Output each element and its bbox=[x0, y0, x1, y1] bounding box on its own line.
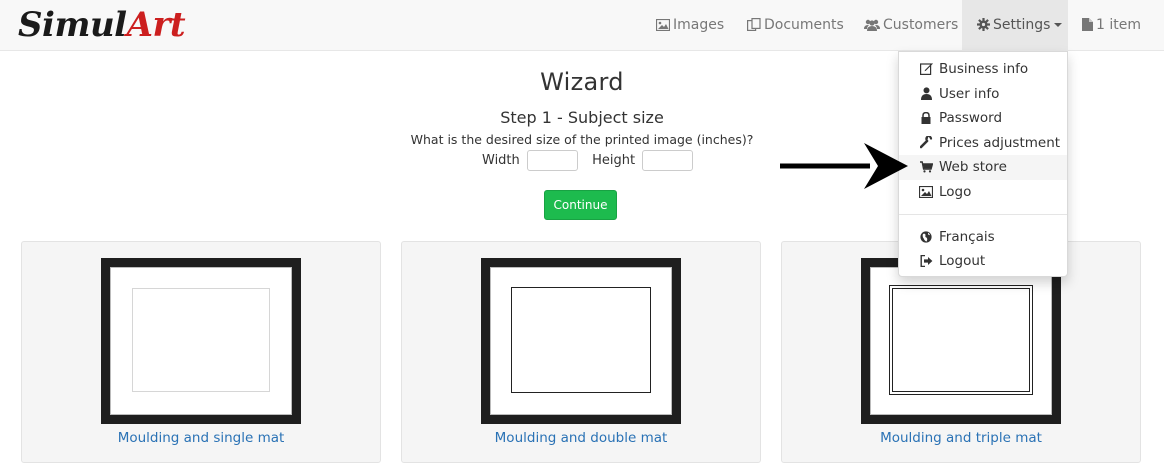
menu-item-label: Password bbox=[939, 110, 1003, 127]
menu-item-logo[interactable]: Logo bbox=[899, 180, 1067, 205]
file-icon bbox=[1082, 2, 1093, 53]
caret-down-icon bbox=[1054, 23, 1063, 27]
menu-item-password[interactable]: Password bbox=[899, 106, 1067, 131]
mat bbox=[110, 267, 292, 415]
mat-opening-inner bbox=[892, 288, 1030, 392]
top-navbar: SimulArt Images Documents Customers Sett… bbox=[0, 0, 1164, 51]
menu-item-label: Web store bbox=[939, 159, 1007, 176]
menu-divider bbox=[899, 213, 1067, 215]
menu-item-user-info[interactable]: User info bbox=[899, 82, 1067, 107]
nav-images-label: Images bbox=[673, 17, 725, 33]
menu-item-label: User info bbox=[939, 85, 1000, 102]
nav-customers-label: Customers bbox=[883, 17, 959, 33]
mat-opening bbox=[511, 287, 651, 393]
width-label: Width bbox=[482, 153, 520, 168]
lock-icon bbox=[919, 108, 933, 133]
menu-item-label: Business info bbox=[939, 61, 1029, 77]
wrench-icon bbox=[919, 133, 933, 158]
width-input[interactable] bbox=[526, 150, 578, 171]
size-form: Width Height bbox=[482, 150, 703, 172]
nav-customers[interactable]: Customers bbox=[864, 0, 958, 51]
nav-documents[interactable]: Documents bbox=[747, 0, 844, 51]
menu-item-logout[interactable]: Logout bbox=[899, 249, 1067, 274]
menu-item-web-store[interactable]: Web store bbox=[899, 155, 1067, 180]
menu-item-prices-adjustment[interactable]: Prices adjustment bbox=[899, 131, 1067, 156]
option-link[interactable]: Moulding and single mat bbox=[22, 430, 380, 446]
cart-icon bbox=[919, 157, 933, 182]
menu-item-business-info[interactable]: Business info bbox=[899, 57, 1067, 82]
nav-settings-dropdown-toggle[interactable]: Settings bbox=[962, 0, 1068, 51]
edit-icon bbox=[919, 59, 933, 84]
picture-icon bbox=[918, 182, 934, 207]
continue-button[interactable]: Continue bbox=[544, 190, 617, 220]
nav-images[interactable]: Images bbox=[655, 0, 725, 53]
menu-item-label: Prices adjustment bbox=[939, 134, 1061, 151]
picture-icon bbox=[655, 2, 671, 53]
frame-preview-double-mat bbox=[481, 258, 681, 424]
option-link[interactable]: Moulding and triple mat bbox=[782, 430, 1140, 446]
users-icon bbox=[864, 2, 880, 53]
option-card-double-mat[interactable]: Moulding and double mat bbox=[401, 241, 761, 463]
menu-item-label: Logout bbox=[939, 253, 986, 270]
brand-logo-part2: Art bbox=[126, 5, 186, 45]
documents-icon bbox=[747, 2, 761, 53]
menu-item-label: Logo bbox=[939, 183, 972, 200]
nav-cart[interactable]: 1 item bbox=[1082, 0, 1141, 51]
option-card-single-mat[interactable]: Moulding and single mat bbox=[21, 241, 381, 463]
menu-item-language[interactable]: Français bbox=[899, 225, 1067, 250]
user-icon bbox=[919, 84, 933, 109]
mat bbox=[870, 267, 1052, 415]
mat-opening bbox=[889, 285, 1033, 395]
mat-opening bbox=[132, 288, 270, 392]
mat bbox=[490, 267, 672, 415]
gear-icon bbox=[977, 2, 990, 53]
globe-icon bbox=[919, 227, 933, 252]
height-input[interactable] bbox=[642, 150, 694, 171]
frame-preview-triple-mat bbox=[861, 258, 1061, 424]
brand-logo-part1: Simul bbox=[18, 5, 127, 45]
frame-preview-single-mat bbox=[101, 258, 301, 424]
option-link[interactable]: Moulding and double mat bbox=[402, 430, 760, 446]
nav-cart-label: 1 item bbox=[1096, 17, 1141, 33]
brand-logo[interactable]: SimulArt bbox=[18, 5, 186, 45]
nav-settings-label: Settings bbox=[993, 17, 1051, 33]
menu-item-label: Français bbox=[939, 228, 995, 245]
settings-dropdown-menu: Business info User info Password Prices … bbox=[898, 51, 1068, 277]
nav-documents-label: Documents bbox=[764, 17, 844, 33]
logout-icon bbox=[919, 251, 933, 276]
height-label: Height bbox=[592, 153, 636, 168]
annotation-arrow-icon bbox=[780, 140, 910, 196]
